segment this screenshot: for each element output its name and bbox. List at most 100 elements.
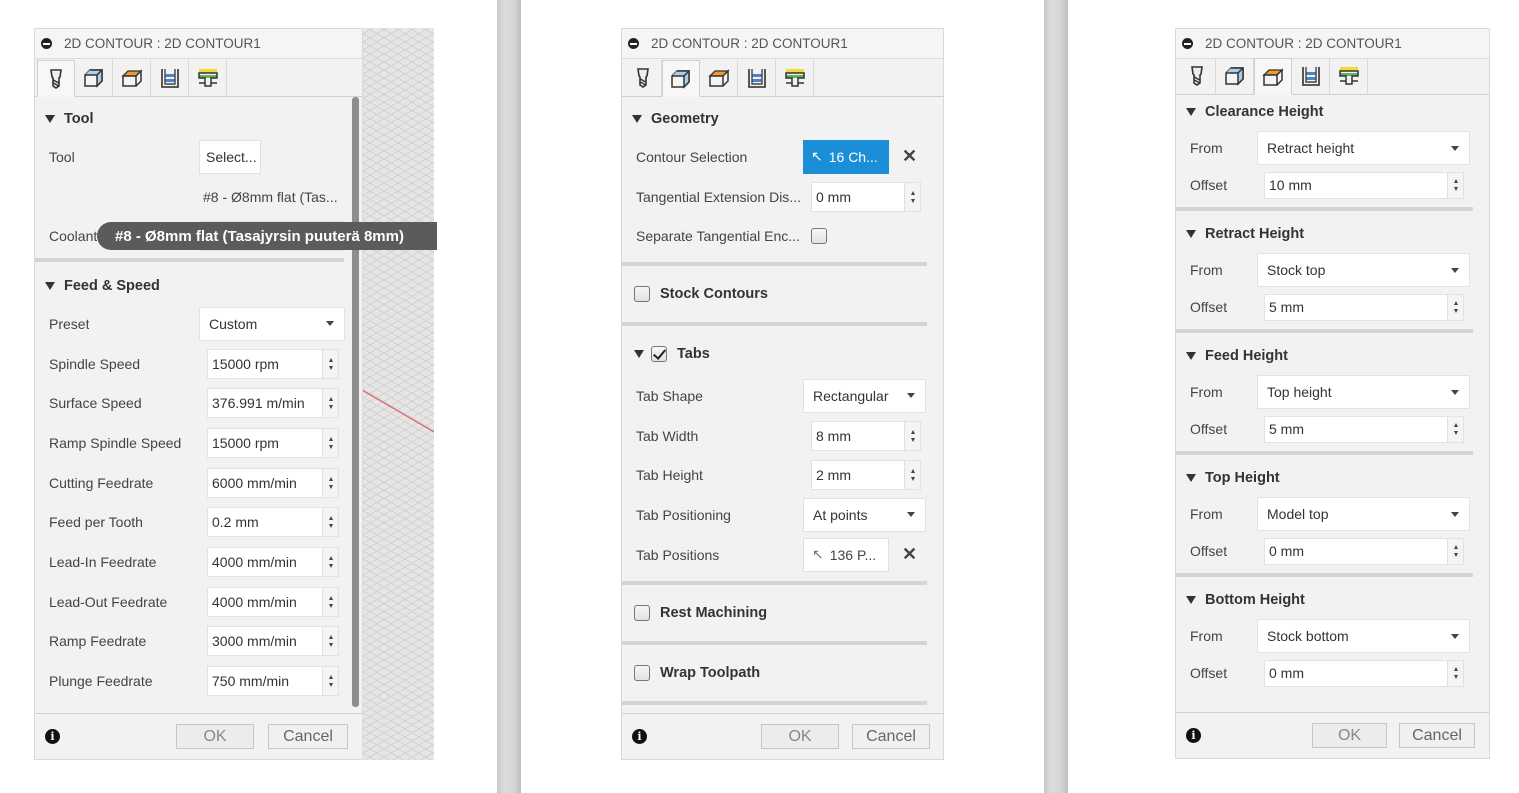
heights-tab[interactable] <box>700 60 738 96</box>
collapse-icon[interactable] <box>41 38 52 49</box>
info-icon[interactable]: i <box>632 729 647 744</box>
tangential-extension-input[interactable]: 0 mm <box>811 181 921 212</box>
tab-width-input[interactable]: 8 mm <box>811 420 921 451</box>
spinner[interactable] <box>904 461 920 490</box>
tabs-header[interactable]: Tabs <box>622 332 943 376</box>
tool-tab[interactable] <box>624 60 662 96</box>
height-section-header[interactable]: Bottom Height <box>1176 583 1489 617</box>
spinner[interactable] <box>322 587 338 616</box>
spinner[interactable] <box>322 349 338 378</box>
stock-contours-checkbox[interactable] <box>634 286 650 303</box>
feed-input[interactable]: 6000 mm/min <box>207 467 339 498</box>
ok-button[interactable]: OK <box>1312 723 1387 748</box>
passes-tab[interactable] <box>1292 58 1330 94</box>
contour-selection-label: Contour Selection <box>636 148 748 165</box>
linking-tab[interactable] <box>189 60 227 96</box>
info-icon[interactable]: i <box>1186 728 1201 743</box>
tab-positions-button[interactable]: ↖ 136 P... <box>803 537 889 572</box>
tabs-checkbox[interactable] <box>651 346 667 363</box>
heights-tab[interactable] <box>1254 58 1292 95</box>
rest-machining-header[interactable]: Rest Machining <box>622 591 943 635</box>
from-dropdown[interactable]: Model top <box>1257 497 1470 531</box>
feed-input[interactable]: 4000 mm/min <box>207 586 339 617</box>
tab-height-input[interactable]: 2 mm <box>811 460 921 491</box>
preset-dropdown[interactable]: Custom <box>199 306 345 341</box>
geometry-tab[interactable] <box>75 60 113 96</box>
height-section-header[interactable]: Clearance Height <box>1176 95 1489 129</box>
geometry-tab[interactable] <box>662 60 700 97</box>
ok-button[interactable]: OK <box>176 724 254 749</box>
offset-input[interactable]: 0 mm <box>1264 537 1464 565</box>
spinner[interactable] <box>1447 294 1463 320</box>
spinner[interactable] <box>322 548 338 577</box>
from-dropdown[interactable]: Stock bottom <box>1257 619 1470 653</box>
rest-machining-checkbox[interactable] <box>634 604 650 621</box>
section-title: Tool <box>64 111 94 127</box>
passes-tab[interactable] <box>738 60 776 96</box>
spinner[interactable] <box>322 468 338 497</box>
tab-shape-dropdown[interactable]: Rectangular <box>803 378 926 413</box>
contour-selection-button[interactable]: ↖ 16 Ch... <box>803 139 889 174</box>
spinner[interactable] <box>322 389 338 418</box>
wrap-toolpath-header[interactable]: Wrap Toolpath <box>622 651 943 695</box>
section-title: Retract Height <box>1205 226 1305 242</box>
offset-input[interactable]: 0 mm <box>1264 659 1464 687</box>
clear-selection-icon[interactable]: ✕ <box>902 544 917 565</box>
section-tool-header[interactable]: Tool <box>35 101 362 137</box>
section-geometry-header[interactable]: Geometry <box>622 101 943 137</box>
height-section: Feed Height From Top height Offset 5 mm <box>1176 339 1489 447</box>
dialog-title: 2D CONTOUR : 2D CONTOUR1 <box>64 36 261 51</box>
offset-input[interactable]: 5 mm <box>1264 415 1464 443</box>
spinner[interactable] <box>904 421 920 450</box>
offset-input[interactable]: 10 mm <box>1264 171 1464 199</box>
info-icon[interactable]: i <box>45 729 60 744</box>
collapse-icon[interactable] <box>1182 38 1193 49</box>
spinner[interactable] <box>1447 416 1463 442</box>
wrap-toolpath-checkbox[interactable] <box>634 664 650 681</box>
spinner[interactable] <box>1447 660 1463 686</box>
spinner[interactable] <box>1447 172 1463 198</box>
cancel-button[interactable]: Cancel <box>1399 723 1475 748</box>
tool-tab[interactable] <box>1178 58 1216 94</box>
tool-select-button[interactable]: Select... <box>199 139 261 174</box>
feed-input[interactable]: 3000 mm/min <box>207 626 339 657</box>
spinner[interactable] <box>904 182 920 211</box>
stock-contours-header[interactable]: Stock Contours <box>622 272 943 316</box>
section-feed-header[interactable]: Feed & Speed <box>35 268 362 304</box>
spinner[interactable] <box>322 508 338 537</box>
geometry-tab[interactable] <box>1216 58 1254 94</box>
ok-button[interactable]: OK <box>761 724 839 749</box>
tool-orientation-header[interactable]: Tool Orientation <box>622 711 943 712</box>
scrollbar-thumb[interactable] <box>352 97 359 707</box>
spinner[interactable] <box>322 667 338 696</box>
from-dropdown[interactable]: Top height <box>1257 375 1470 409</box>
height-section-header[interactable]: Retract Height <box>1176 217 1489 251</box>
feed-input[interactable]: 15000 rpm <box>207 427 339 458</box>
spinner[interactable] <box>322 428 338 457</box>
heights-tab[interactable] <box>113 60 151 96</box>
height-section-header[interactable]: Top Height <box>1176 461 1489 495</box>
feed-input[interactable]: 4000 mm/min <box>207 547 339 578</box>
spinner[interactable] <box>1447 538 1463 564</box>
linking-tab[interactable] <box>1330 58 1368 94</box>
cancel-button[interactable]: Cancel <box>852 724 930 749</box>
offset-input[interactable]: 5 mm <box>1264 293 1464 321</box>
linking-tab[interactable] <box>776 60 814 96</box>
tool-tab[interactable] <box>37 60 75 97</box>
cancel-button[interactable]: Cancel <box>268 724 348 749</box>
separate-tangential-checkbox[interactable] <box>811 228 827 245</box>
clear-selection-icon[interactable]: ✕ <box>902 146 917 167</box>
spinner[interactable] <box>322 627 338 656</box>
from-dropdown[interactable]: Stock top <box>1257 253 1470 287</box>
from-dropdown[interactable]: Retract height <box>1257 131 1470 165</box>
feed-input[interactable]: 15000 rpm <box>207 348 339 379</box>
tab-positioning-dropdown[interactable]: At points <box>803 497 926 532</box>
collapse-icon[interactable] <box>628 38 639 49</box>
feed-input[interactable]: 0.2 mm <box>207 507 339 538</box>
3d-viewport[interactable] <box>362 28 434 760</box>
passes-tab[interactable] <box>151 60 189 96</box>
section-title: Top Height <box>1205 470 1280 486</box>
feed-input[interactable]: 376.991 m/min <box>207 388 339 419</box>
feed-input[interactable]: 750 mm/min <box>207 666 339 697</box>
height-section-header[interactable]: Feed Height <box>1176 339 1489 373</box>
